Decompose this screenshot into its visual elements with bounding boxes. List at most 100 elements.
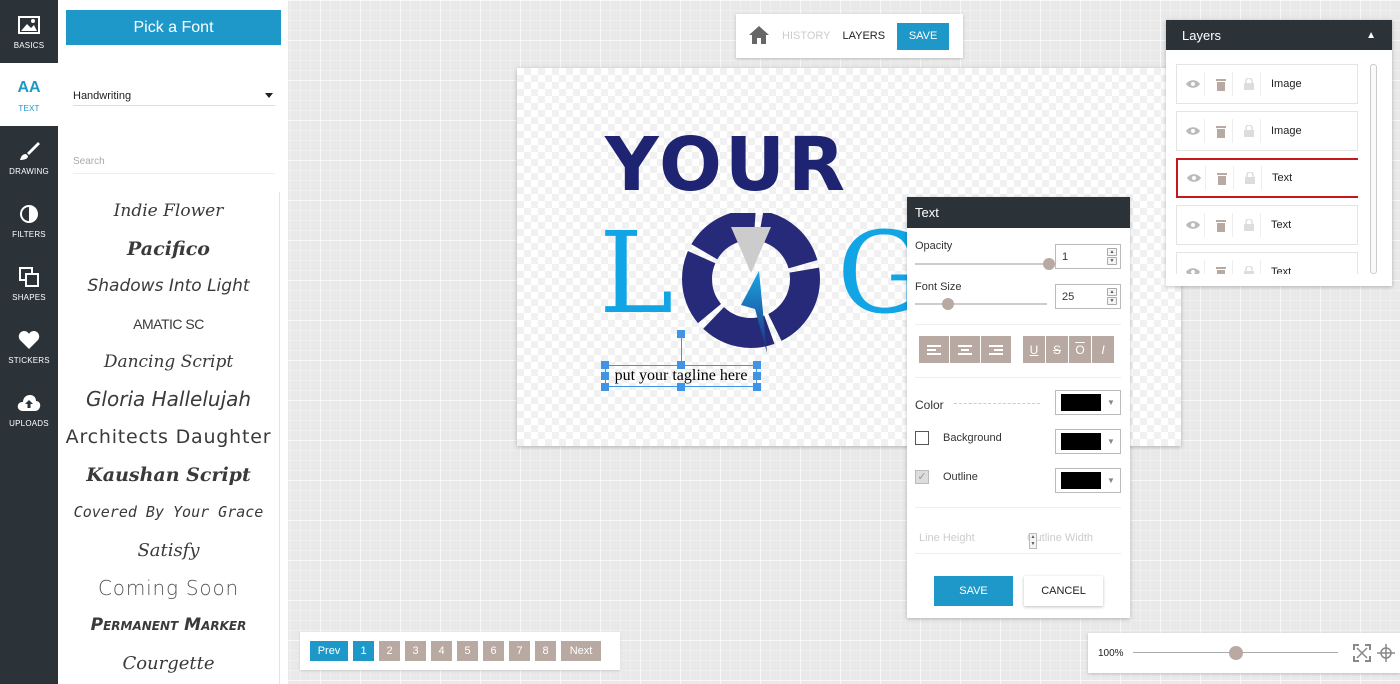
font-item[interactable]: Coming Soon	[58, 569, 279, 607]
page-button-5[interactable]: 5	[457, 641, 478, 661]
text-cancel-button[interactable]: CANCEL	[1024, 576, 1103, 606]
font-item[interactable]: Gloria Hallelujah	[58, 380, 279, 418]
layers-panel-header[interactable]: Layers ▲	[1166, 20, 1392, 50]
save-button[interactable]: SAVE	[897, 22, 950, 50]
layers-panel-title: Layers	[1182, 27, 1222, 43]
resize-handle[interactable]	[601, 361, 609, 369]
pick-font-button[interactable]: Pick a Font	[66, 10, 281, 45]
trash-icon[interactable]	[1209, 72, 1233, 96]
eye-icon[interactable]	[1181, 119, 1205, 143]
rail-item-uploads[interactable]: UPLOADS	[0, 378, 58, 441]
font-item[interactable]: Permanent Marker	[58, 607, 279, 645]
font-item[interactable]: Satisfy	[58, 531, 279, 569]
color-picker[interactable]: ▼	[1055, 390, 1121, 415]
layer-row[interactable]: Image	[1176, 64, 1358, 104]
text-save-button[interactable]: SAVE	[934, 576, 1013, 606]
fit-screen-icon[interactable]	[1353, 644, 1371, 662]
rail-item-text[interactable]: AA TEXT	[0, 63, 58, 126]
spinner-arrows[interactable]: ▲ ▼	[1107, 288, 1117, 305]
resize-handle[interactable]	[677, 361, 685, 369]
trash-icon[interactable]	[1209, 213, 1233, 237]
eye-icon[interactable]	[1181, 260, 1205, 274]
logo-compass-mark[interactable]	[681, 213, 821, 363]
page-button-3[interactable]: 3	[405, 641, 426, 661]
move-icon[interactable]	[1377, 644, 1395, 662]
layer-row[interactable]: Text	[1176, 205, 1358, 245]
background-checkbox[interactable]	[915, 431, 929, 445]
font-item[interactable]: Architects Daughter	[58, 418, 279, 456]
italic-button[interactable]: I	[1092, 336, 1114, 363]
resize-handle[interactable]	[753, 383, 761, 391]
font-item[interactable]: Courgette	[58, 644, 279, 682]
font-size-slider-thumb[interactable]	[942, 298, 954, 310]
resize-handle[interactable]	[677, 383, 685, 391]
logo-text-your[interactable]: YOUR	[605, 128, 848, 202]
trash-icon[interactable]	[1209, 119, 1233, 143]
trash-icon[interactable]	[1209, 260, 1233, 274]
rail-item-stickers[interactable]: STICKERS	[0, 315, 58, 378]
layers-scrollbar[interactable]	[1370, 64, 1377, 274]
opacity-slider[interactable]	[915, 263, 1049, 265]
lock-icon[interactable]	[1237, 213, 1261, 237]
next-page-button[interactable]: Next	[561, 641, 601, 661]
outline-checkbox[interactable]: ✓	[915, 470, 929, 484]
page-button-4[interactable]: 4	[431, 641, 452, 661]
font-size-input[interactable]: 25 ▲ ▼	[1055, 284, 1121, 309]
font-size-slider[interactable]	[915, 303, 1047, 305]
lock-icon[interactable]	[1237, 260, 1261, 274]
lock-icon[interactable]	[1237, 72, 1261, 96]
zoom-slider-thumb[interactable]	[1228, 646, 1243, 660]
align-right-icon[interactable]	[981, 336, 1011, 363]
rail-item-filters[interactable]: FILTERS	[0, 189, 58, 252]
layer-row[interactable]: Image	[1176, 111, 1358, 151]
background-color-picker[interactable]: ▼	[1055, 429, 1121, 454]
resize-handle[interactable]	[601, 383, 609, 391]
prev-page-button[interactable]: Prev	[310, 641, 348, 661]
overline-button[interactable]: O	[1069, 336, 1091, 363]
page-button-7[interactable]: 7	[509, 641, 530, 661]
outline-color-picker[interactable]: ▼	[1055, 468, 1121, 493]
resize-handle[interactable]	[601, 372, 609, 380]
strikethrough-button[interactable]: S	[1046, 336, 1068, 363]
layer-row-selected[interactable]: Text	[1176, 158, 1358, 198]
logo-letter-l[interactable]: L	[599, 218, 673, 330]
trash-icon[interactable]	[1210, 166, 1234, 190]
outline-width-spinner[interactable]: ▲ ▼	[1029, 533, 1037, 549]
layer-row[interactable]: Text	[1176, 252, 1358, 274]
opacity-slider-thumb[interactable]	[1043, 258, 1055, 270]
layers-button[interactable]: LAYERS	[843, 30, 886, 42]
font-item[interactable]: Indie Flower	[58, 192, 279, 230]
spinner-arrows[interactable]: ▲ ▼	[1107, 248, 1117, 265]
font-item[interactable]: Pacifico	[58, 230, 279, 268]
font-item[interactable]: Kaushan Script	[58, 456, 279, 494]
resize-handle[interactable]	[753, 361, 761, 369]
home-icon[interactable]	[748, 25, 770, 47]
font-item[interactable]: AMATIC SC	[58, 305, 279, 343]
font-pagination: Prev 1 2 3 4 5 6 7 8 Next	[300, 632, 620, 670]
font-item[interactable]: Dancing Script	[58, 343, 279, 381]
align-left-icon[interactable]	[919, 336, 949, 363]
eye-icon[interactable]	[1182, 166, 1206, 190]
page-button-2[interactable]: 2	[379, 641, 400, 661]
eye-icon[interactable]	[1181, 213, 1205, 237]
underline-button[interactable]: U	[1023, 336, 1045, 363]
chevron-up-icon[interactable]: ▲	[1366, 30, 1376, 41]
eye-icon[interactable]	[1181, 72, 1205, 96]
font-item[interactable]: Shadows Into Light	[58, 267, 279, 305]
rail-item-shapes[interactable]: SHAPES	[0, 252, 58, 315]
lock-icon[interactable]	[1237, 119, 1261, 143]
page-button-8[interactable]: 8	[535, 641, 556, 661]
resize-handle[interactable]	[753, 372, 761, 380]
lock-icon[interactable]	[1238, 166, 1262, 190]
history-button[interactable]: HISTORY	[782, 30, 831, 42]
opacity-input[interactable]: 1 ▲ ▼	[1055, 244, 1121, 269]
font-category-select[interactable]: Handwriting	[73, 86, 275, 106]
rotate-handle[interactable]	[677, 330, 685, 338]
page-button-1[interactable]: 1	[353, 641, 374, 661]
font-search-input[interactable]	[73, 150, 275, 174]
rail-item-basics[interactable]: BASICS	[0, 0, 58, 63]
align-center-icon[interactable]	[950, 336, 980, 363]
font-item[interactable]: Covered By Your Grace	[58, 494, 279, 532]
page-button-6[interactable]: 6	[483, 641, 504, 661]
rail-item-drawing[interactable]: DRAWING	[0, 126, 58, 189]
